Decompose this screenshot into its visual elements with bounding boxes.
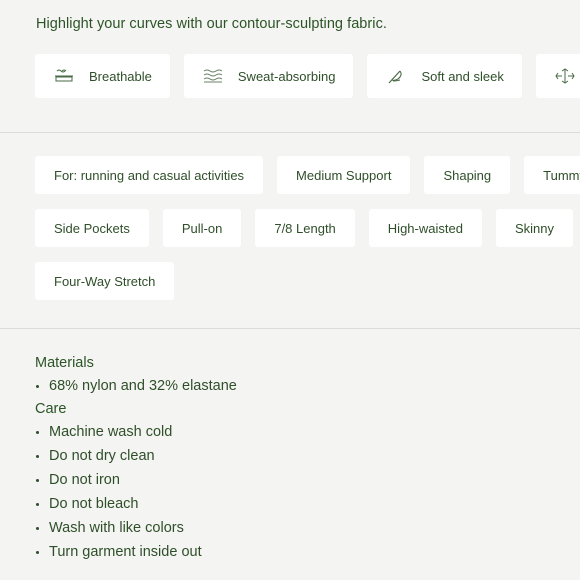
tag-support: Medium Support bbox=[277, 156, 411, 194]
list-item: Machine wash cold bbox=[35, 420, 555, 444]
stretch-icon bbox=[554, 67, 576, 85]
product-tags: For: running and casual activities Mediu… bbox=[35, 156, 580, 316]
feather-icon bbox=[385, 67, 407, 85]
tag-row: For: running and casual activities Mediu… bbox=[35, 156, 580, 194]
breathable-icon bbox=[53, 67, 75, 85]
tag-side-pockets: Side Pockets bbox=[35, 209, 149, 247]
tag-skinny: Skinny bbox=[495, 209, 573, 247]
feature-card-sweat-absorbing: Sweat-absorbing bbox=[183, 54, 354, 98]
list-item: Do not bleach bbox=[35, 492, 555, 516]
tag-row: Four-Way Stretch bbox=[35, 262, 175, 300]
tag-four-way-stretch: Four-Way Stretch bbox=[35, 262, 175, 300]
list-item: Do not dry clean bbox=[35, 444, 555, 468]
feature-label: Breathable bbox=[89, 68, 152, 84]
feature-card-soft-and-sleek: Soft and sleek bbox=[367, 54, 522, 98]
list-item: Do not iron bbox=[35, 468, 555, 492]
tag-row: Side Pockets Pull-on 7/8 Length High-wai… bbox=[35, 209, 573, 247]
care-list: Machine wash cold Do not dry clean Do no… bbox=[35, 420, 555, 564]
feature-card-stretch bbox=[535, 54, 580, 98]
section-divider bbox=[0, 132, 580, 133]
list-item: Wash with like colors bbox=[35, 516, 555, 540]
tag-tummy: Tummy bbox=[524, 156, 580, 194]
feature-card-breathable: Breathable bbox=[35, 54, 170, 98]
tag-high-waisted: High-waisted bbox=[368, 209, 482, 247]
feature-label: Soft and sleek bbox=[421, 68, 504, 84]
product-details-panel: Highlight your curves with our contour-s… bbox=[0, 0, 580, 580]
section-divider bbox=[0, 328, 580, 329]
materials-list: 68% nylon and 32% elastane bbox=[35, 374, 555, 398]
materials-and-care: Materials 68% nylon and 32% elastane Car… bbox=[35, 352, 555, 564]
materials-heading: Materials bbox=[35, 355, 94, 371]
feature-cards-row: Breathable Sweat-absorbing Soft and slee… bbox=[35, 54, 580, 98]
tag-pull-on: Pull-on bbox=[162, 209, 242, 247]
care-heading: Care bbox=[35, 401, 67, 417]
fabric-intro-text: Highlight your curves with our contour-s… bbox=[36, 16, 387, 32]
tag-shaping: Shaping bbox=[424, 156, 511, 194]
feature-label: Sweat-absorbing bbox=[237, 68, 336, 84]
tag-length: 7/8 Length bbox=[255, 209, 355, 247]
list-item: 68% nylon and 32% elastane bbox=[35, 374, 555, 398]
list-item: Turn garment inside out bbox=[35, 540, 555, 564]
sweat-absorbing-icon bbox=[202, 67, 224, 85]
tag-activity: For: running and casual activities bbox=[35, 156, 264, 194]
